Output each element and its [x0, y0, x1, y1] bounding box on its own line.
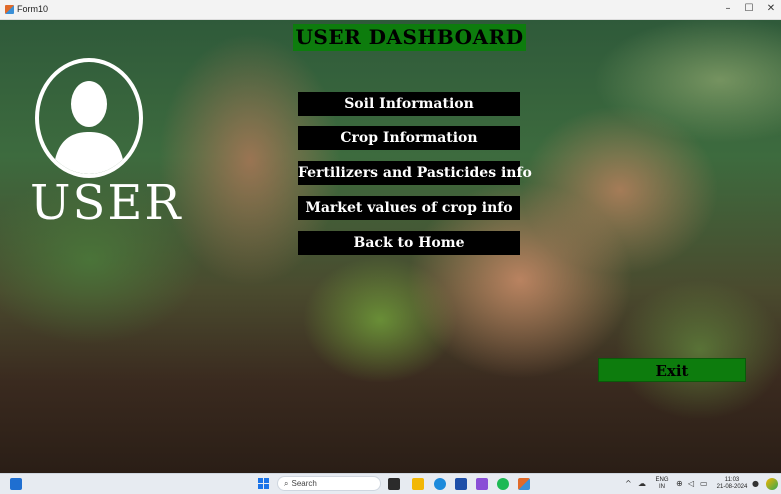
language-indicator[interactable]: ENG IN [655, 477, 669, 491]
soil-information-button[interactable]: Soil Information [298, 92, 520, 116]
store-icon[interactable] [455, 478, 467, 490]
taskbar-search-box[interactable]: ⌕ Search [277, 476, 381, 491]
window-title-bar: Form10 – ☐ ✕ [0, 0, 781, 20]
user-silhouette-icon [53, 81, 125, 174]
maximize-button[interactable]: ☐ [740, 2, 758, 16]
exit-button[interactable]: Exit [598, 358, 746, 382]
task-view-icon[interactable] [388, 478, 400, 490]
notification-bell-icon[interactable]: ● [752, 479, 759, 488]
volume-icon[interactable]: ◁ [688, 479, 694, 488]
visual-studio-icon[interactable] [476, 478, 488, 490]
page-title: USER DASHBOARD [293, 24, 526, 51]
search-placeholder: Search [291, 479, 317, 488]
taskbar: ⌕ Search ^ ☁ ENG IN ⊕ ◁ ▭ 11:03 21-08-202… [0, 473, 781, 494]
chevron-up-icon[interactable]: ^ [625, 479, 632, 488]
form-app-taskbar-icon[interactable] [518, 478, 530, 490]
magnifier-icon: ⌕ [284, 479, 289, 488]
clock-time: 11:03 [724, 477, 740, 483]
language-bottom: IN [659, 484, 665, 490]
widgets-icon[interactable] [10, 478, 22, 490]
language-top: ENG [655, 477, 669, 483]
clock[interactable]: 11:03 21-08-2024 [714, 477, 750, 491]
battery-icon[interactable]: ▭ [700, 479, 708, 488]
user-avatar [35, 58, 143, 178]
user-label: USER [30, 175, 183, 231]
onedrive-icon[interactable]: ☁ [638, 479, 646, 488]
back-to-home-button[interactable]: Back to Home [298, 231, 520, 255]
clock-date: 21-08-2024 [716, 484, 748, 490]
copilot-icon[interactable] [766, 478, 778, 490]
windows-start-icon[interactable] [258, 478, 270, 490]
app-icon [5, 5, 14, 14]
minimize-button[interactable]: – [719, 2, 737, 16]
crop-information-button[interactable]: Crop Information [298, 126, 520, 150]
edge-browser-icon[interactable] [434, 478, 446, 490]
spotify-icon[interactable] [497, 478, 509, 490]
file-explorer-icon[interactable] [412, 478, 424, 490]
network-icon[interactable]: ⊕ [676, 479, 683, 488]
fertilizers-pesticides-button[interactable]: Fertilizers and Pasticides info [298, 161, 532, 185]
close-button[interactable]: ✕ [762, 2, 780, 16]
window-title: Form10 [17, 4, 49, 14]
market-values-button[interactable]: Market values of crop info [298, 196, 520, 220]
dashboard-background: USER USER DASHBOARD Soil Information Cro… [0, 20, 781, 473]
